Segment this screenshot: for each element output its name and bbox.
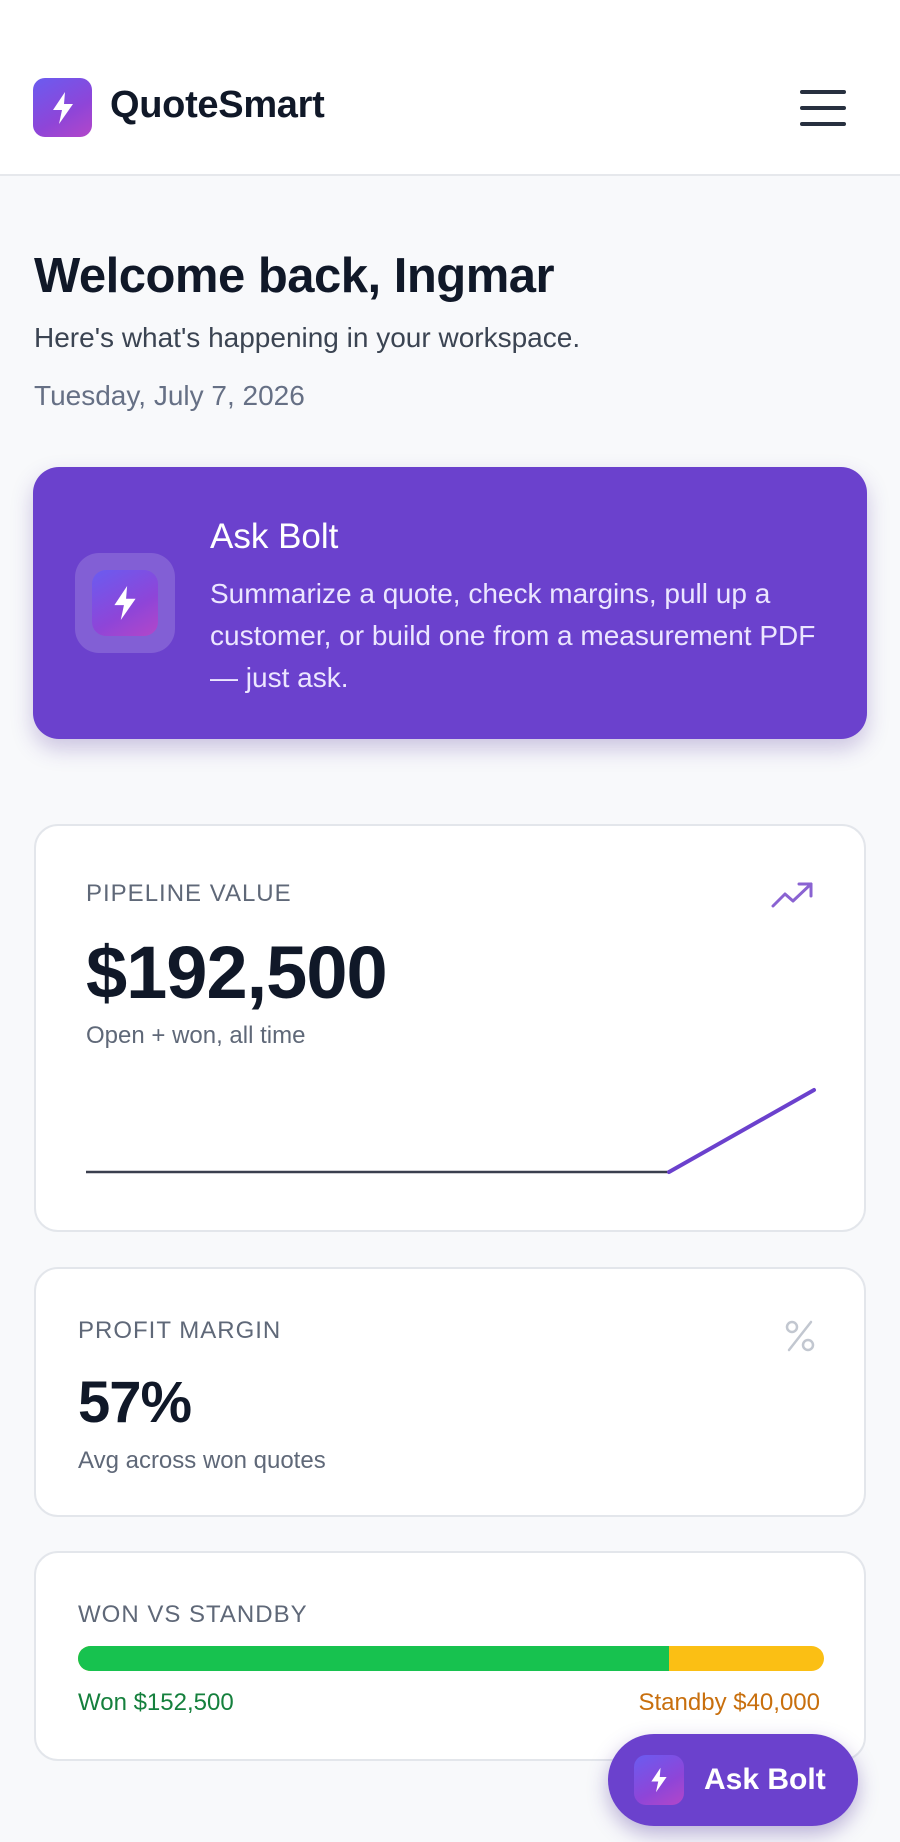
profit-margin-value: 57%	[78, 1370, 192, 1435]
pipeline-value: $192,500	[86, 931, 388, 1014]
bolt-icon	[52, 91, 73, 124]
profit-margin-note: Avg across won quotes	[78, 1447, 326, 1474]
won-vs-standby-bar	[78, 1646, 824, 1671]
pipeline-note: Open + won, all time	[86, 1022, 306, 1049]
logo	[33, 78, 92, 137]
pipeline-sparkline	[86, 1088, 816, 1174]
ask-bolt-fab[interactable]: Ask Bolt	[608, 1734, 858, 1826]
won-vs-standby-label: WON VS STANDBY	[78, 1601, 308, 1628]
trend-up-icon	[771, 882, 813, 908]
bolt-icon	[634, 1755, 684, 1805]
current-date: Tuesday, July 7, 2026	[34, 380, 305, 411]
standby-amount: Standby $40,000	[638, 1689, 821, 1716]
page-subtitle: Here's what's happening in your workspac…	[34, 322, 581, 353]
won-vs-standby-card: WON VS STANDBY Won $152,500 Standby $40,…	[34, 1551, 866, 1761]
profit-margin-label: PROFIT MARGIN	[78, 1317, 282, 1344]
ask-bolt-card[interactable]: Ask Bolt Summarize a quote, check margin…	[33, 467, 867, 739]
ask-bolt-icon-container	[75, 553, 175, 653]
bolt-icon	[92, 570, 158, 636]
percent-icon	[785, 1320, 815, 1352]
app-header: QuoteSmart	[0, 0, 900, 176]
won-bar-segment	[78, 1646, 669, 1671]
pipeline-label: PIPELINE VALUE	[86, 880, 292, 907]
won-amount: Won $152,500	[78, 1689, 234, 1716]
hamburger-menu-icon[interactable]	[800, 90, 846, 126]
profit-margin-card: PROFIT MARGIN 57% Avg across won quotes	[34, 1267, 866, 1517]
ask-bolt-fab-label: Ask Bolt	[704, 1763, 826, 1796]
pipeline-value-card: PIPELINE VALUE $192,500 Open + won, all …	[34, 824, 866, 1232]
page-title: Welcome back, Ingmar	[34, 249, 555, 303]
brand-name: QuoteSmart	[110, 84, 325, 126]
ask-bolt-title: Ask Bolt	[210, 517, 339, 556]
ask-bolt-description: Summarize a quote, check margins, pull u…	[210, 578, 816, 693]
